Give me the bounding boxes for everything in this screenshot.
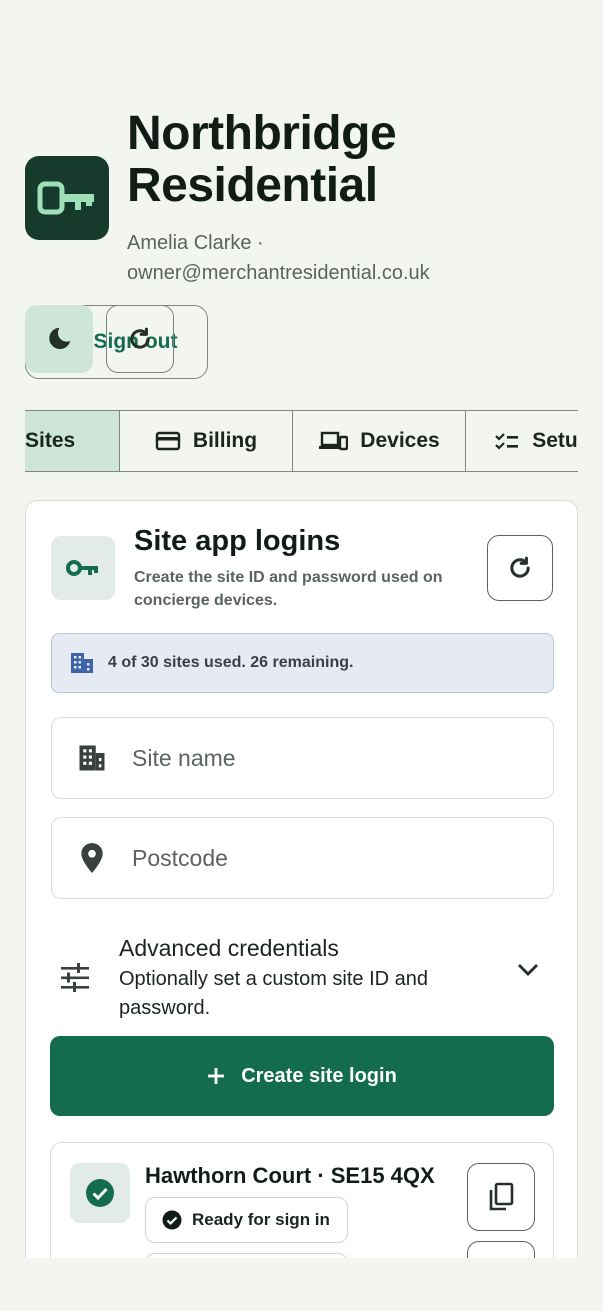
building-icon <box>71 653 93 673</box>
location-icon-wrap <box>52 842 132 874</box>
create-site-login-label: Create site login <box>241 1064 397 1087</box>
advanced-title: Advanced credentials <box>119 935 339 961</box>
refresh-icon <box>130 327 150 349</box>
refresh-button[interactable] <box>106 305 174 373</box>
building-icon-wrap <box>52 743 132 773</box>
building-icon <box>79 745 105 771</box>
tab-label: Setu <box>532 429 578 452</box>
theme-toggle-button[interactable] <box>25 305 93 373</box>
postcode-field <box>51 817 554 899</box>
advanced-description: Optionally set a custom site ID and pass… <box>119 968 429 1019</box>
site-name-input[interactable] <box>132 744 532 772</box>
tab-label: Billing <box>192 429 258 452</box>
location-pin-icon <box>81 843 103 873</box>
tab-devices[interactable]: Devices <box>293 411 466 471</box>
plus-icon <box>208 1068 225 1084</box>
usage-banner: 4 of 30 sites used. 26 remaining. <box>51 633 554 693</box>
postcode-input[interactable] <box>132 844 532 872</box>
tab-bar: Sites Billing Devices Setu <box>25 410 578 472</box>
checklist-icon <box>495 433 519 450</box>
tab-label: Sites <box>25 429 76 452</box>
toolbar: Sign out <box>25 305 208 379</box>
site-name-field <box>51 717 554 799</box>
advanced-credentials-toggle[interactable]: Advanced credentials Optionally set a cu… <box>51 929 554 1025</box>
site-name: Hawthorn Court · SE15 4QX <box>145 1163 435 1188</box>
status-label: Ready for sign in <box>192 1210 330 1229</box>
card-key-badge <box>51 536 115 600</box>
moon-icon <box>49 327 71 349</box>
copy-icon <box>489 1182 514 1211</box>
card-refresh-button[interactable] <box>487 535 553 601</box>
page-title: Northbridge Residential <box>127 107 397 212</box>
usage-text: 4 of 30 sites used. 26 remaining. <box>108 654 354 671</box>
copy-button[interactable] <box>467 1163 535 1231</box>
check-circle-icon <box>86 1179 114 1207</box>
tab-label: Devices <box>360 429 440 452</box>
card-description: Create the site ID and password used on … <box>134 569 443 609</box>
account-subtitle: Amelia Clarke · owner@merchantresidentia… <box>127 232 430 284</box>
tab-setup[interactable]: Setu <box>466 411 578 471</box>
tab-billing[interactable]: Billing <box>120 411 293 471</box>
chevron-down-icon <box>518 964 538 976</box>
site-status-badge <box>70 1163 130 1223</box>
tune-icon <box>61 963 89 992</box>
app-logo <box>25 156 109 240</box>
devices-icon <box>319 431 349 451</box>
refresh-icon <box>510 556 530 578</box>
site-logins-card: Site app logins Create the site ID and p… <box>25 500 578 1311</box>
credit-card-icon <box>155 431 181 451</box>
status-chip: Ready for sign in <box>145 1197 348 1243</box>
key-icon <box>66 560 98 576</box>
key-icon <box>37 181 94 215</box>
tab-sites[interactable]: Sites <box>25 411 120 471</box>
check-circle-icon <box>162 1210 182 1230</box>
bottom-bar <box>0 1258 603 1311</box>
create-site-login-button[interactable]: Create site login <box>50 1036 554 1116</box>
card-title: Site app logins <box>134 525 341 557</box>
